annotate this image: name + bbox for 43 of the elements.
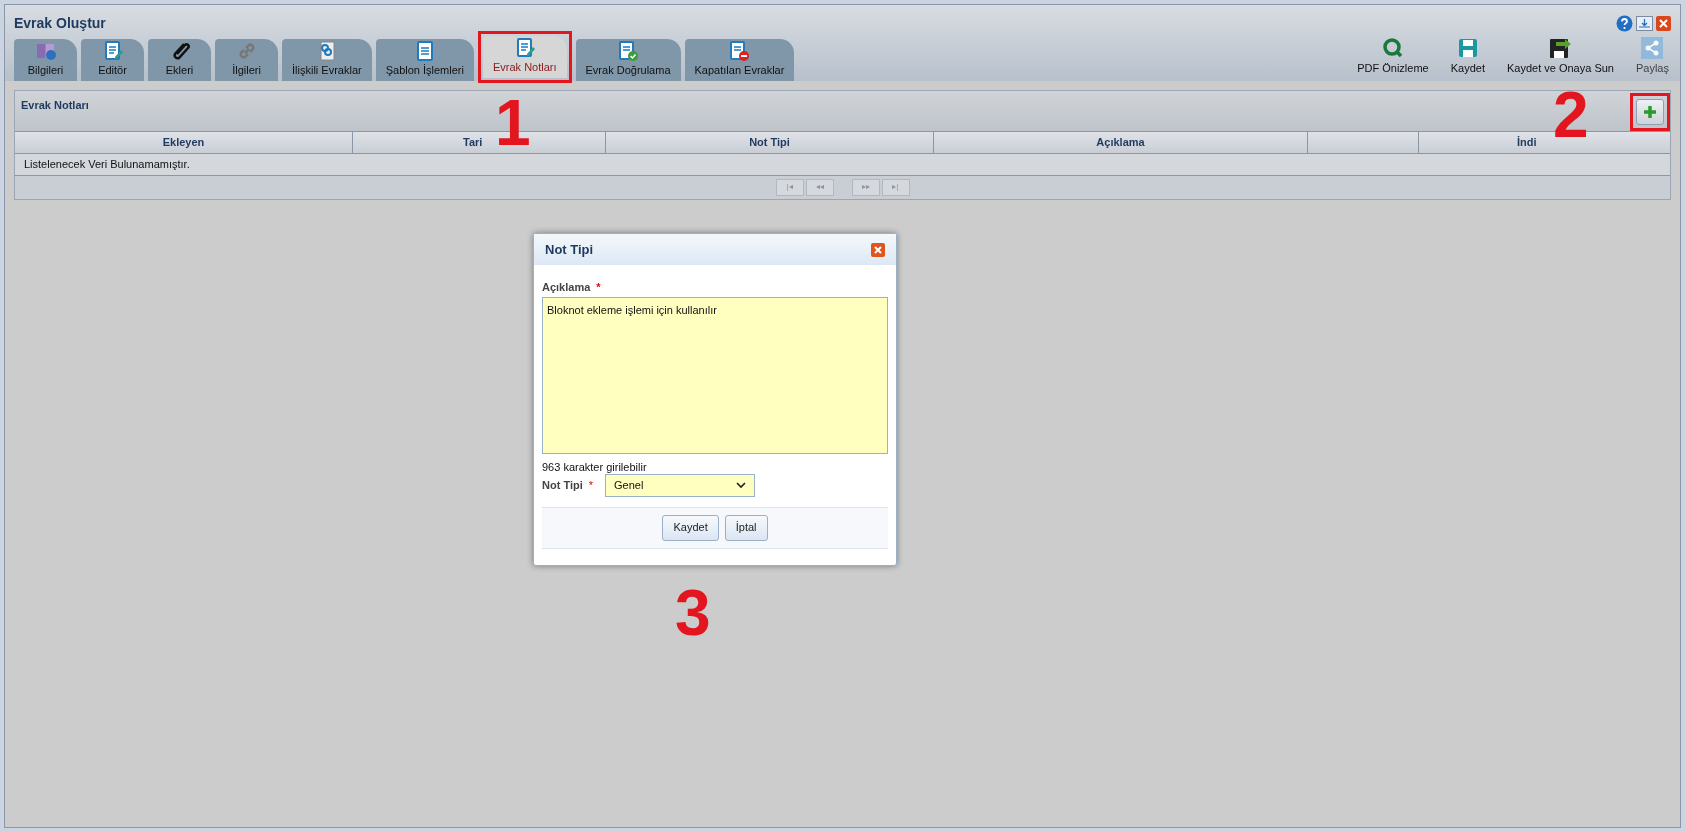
annotation-number: 2 bbox=[1553, 83, 1589, 147]
column-header[interactable]: Ekleyen bbox=[15, 131, 353, 153]
floppy-arrow-icon bbox=[1548, 36, 1573, 60]
toolbar-button[interactable]: PDF Önizleme bbox=[1357, 36, 1429, 77]
add-button[interactable] bbox=[1636, 98, 1664, 125]
toolbar-button[interactable]: Kaydet ve Onaya Sun bbox=[1506, 36, 1614, 77]
column-header[interactable]: Açıklama bbox=[934, 131, 1308, 153]
download-icon[interactable] bbox=[1636, 16, 1653, 31]
chevron-down-icon bbox=[736, 481, 746, 489]
required-mark: * bbox=[596, 280, 601, 295]
dialog-button[interactable]: Kaydet bbox=[662, 514, 719, 541]
close-icon[interactable] bbox=[1656, 16, 1671, 31]
panel-title: Evrak Notları bbox=[21, 97, 89, 113]
tab[interactable]: Evrak Doğrulama bbox=[575, 38, 681, 81]
magnifier-icon bbox=[1380, 36, 1405, 60]
tab[interactable]: Evrak Notları bbox=[482, 35, 567, 78]
dialog-button[interactable]: İptal bbox=[724, 514, 768, 541]
tab[interactable]: Ekleri bbox=[148, 38, 211, 81]
toolbar-button[interactable]: Kaydet bbox=[1450, 36, 1485, 77]
tab[interactable]: İlişkili Evraklar bbox=[282, 38, 372, 81]
type-select[interactable]: Genel bbox=[605, 473, 755, 497]
column-header[interactable]: Not Tipi bbox=[606, 131, 934, 153]
window-title: Evrak Oluştur bbox=[14, 14, 106, 33]
tab[interactable]: Editör bbox=[81, 38, 144, 81]
share-icon bbox=[1640, 36, 1665, 60]
tab[interactable]: Şablon İşlemleri bbox=[375, 38, 474, 81]
field-label: Not Tipi bbox=[542, 477, 583, 493]
annotation-number: 3 bbox=[675, 581, 711, 645]
field-label: Açıklama bbox=[542, 280, 591, 295]
description-field[interactable]: Bloknot ekleme işlemi için kullanılır bbox=[542, 296, 888, 454]
help-icon[interactable] bbox=[1616, 15, 1633, 32]
tab[interactable]: Kapatılan Evraklar bbox=[684, 38, 795, 81]
document-check-icon bbox=[617, 40, 639, 62]
tab[interactable]: Bilgileri bbox=[14, 38, 77, 81]
document-minus-icon bbox=[728, 40, 751, 62]
close-icon bbox=[873, 244, 883, 255]
character-count: 963 karakter girilebilir bbox=[542, 460, 648, 473]
plus-icon bbox=[1643, 104, 1657, 119]
dialog-title: Not Tipi bbox=[545, 240, 594, 259]
tab[interactable]: İlgileri bbox=[215, 38, 278, 81]
empty-message: Listelenecek Veri Bulunamamıştır. bbox=[24, 156, 190, 172]
close-button[interactable] bbox=[871, 242, 885, 257]
required-mark: * bbox=[588, 477, 593, 493]
